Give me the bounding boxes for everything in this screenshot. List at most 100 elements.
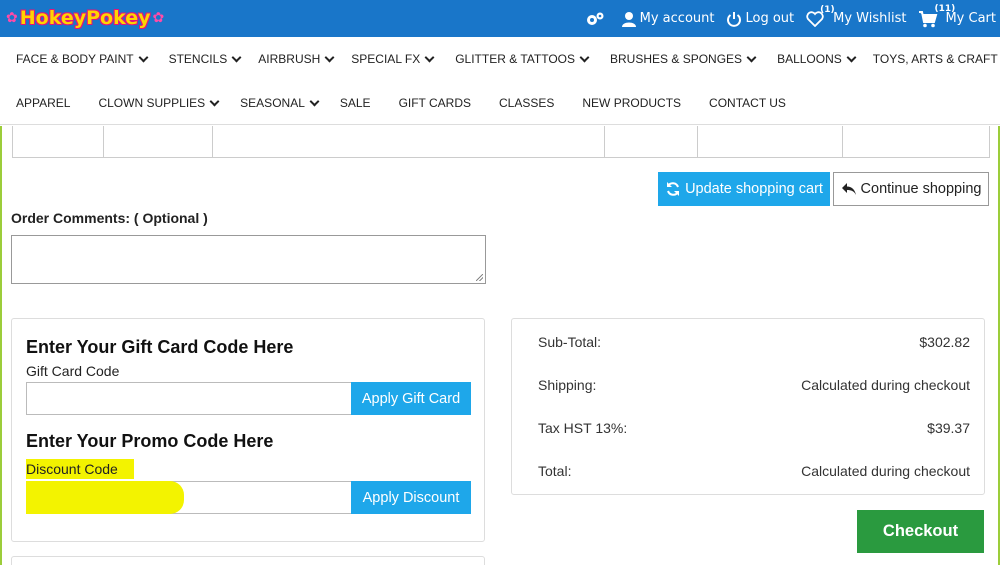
nav-item-sale[interactable]: SALE [340,96,371,110]
shipping-row: Shipping: Calculated during checkout [538,377,970,393]
resize-handle-icon[interactable] [476,274,483,281]
table-cell-divider [103,126,104,157]
wishlist-count-badge: (1) [820,4,835,15]
gears-icon [586,12,604,25]
chevron-down-icon [846,52,857,62]
nav-item-label: BALLOONS [777,52,842,66]
nav-item-label: FACE & BODY PAINT [16,52,134,66]
chevron-down-icon [424,52,435,62]
cart-count-badge: (11) [934,3,956,14]
nav-item-seasonal[interactable]: SEASONAL [240,96,320,110]
nav-item-brushes-sponges[interactable]: BRUSHES & SPONGES [610,52,757,66]
account-links: My account Log out (1) My Wishlist (11) … [572,0,996,37]
apply-discount-button[interactable]: Apply Discount [351,481,471,514]
nav-item-label: GIFT CARDS [398,96,472,110]
logout-label: Log out [745,11,795,26]
nav-item-label: STENCILS [168,52,228,66]
table-cell-divider [604,126,605,157]
nav-item-special-fx[interactable]: SPECIAL FX [351,52,435,66]
next-panel [11,556,485,565]
cart-page-content: Update shopping cart Continue shopping O… [0,126,1000,565]
table-cell-divider [212,126,213,157]
nav-item-label: SPECIAL FX [351,52,421,66]
chevron-down-icon [231,52,242,62]
chevron-down-icon [579,52,590,62]
nav-item-face-body-paint[interactable]: FACE & BODY PAINT [16,52,149,66]
cart-table-last-row [12,126,990,158]
nav-item-label: SEASONAL [240,96,305,110]
discount-code-label: Discount Code [26,461,118,477]
chevron-down-icon [209,96,220,106]
logout-link[interactable]: Log out [726,11,794,27]
nav-item-apparel[interactable]: APPAREL [16,96,70,110]
chevron-down-icon [138,52,149,62]
nav-item-new-products[interactable]: NEW PRODUCTS [582,96,681,110]
total-row: Total: Calculated during checkout [538,463,970,479]
nav-item-label: APPAREL [16,96,71,110]
chevron-down-icon [746,52,757,62]
nav-item-glitter-tattoos[interactable]: GLITTER & TATTOOS [455,52,590,66]
tax-label: Tax HST 13%: [538,420,628,436]
my-account-label: My account [639,11,715,26]
main-navigation: FACE & BODY PAINT STENCILS AIRBRUSH SPECIAL… [0,37,1000,125]
gift-card-field-label: Gift Card Code [26,363,120,379]
top-bar: ✿ HokeyPokey ✿ My account Log out (1) My… [0,0,1000,37]
update-cart-label: Update shopping cart [685,181,823,197]
nav-item-clown-supplies[interactable]: CLOWN SUPPLIES [98,96,220,110]
order-comments-label: Order Comments: ( Optional ) [11,210,208,226]
nav-item-gift-cards[interactable]: GIFT CARDS [399,96,471,110]
table-cell-divider [842,126,843,157]
reply-arrow-icon [841,183,856,195]
nav-item-label: TOYS, ARTS & CRAFT [872,52,998,66]
promo-heading: Enter Your Promo Code Here [26,431,274,451]
chevron-down-icon [309,96,320,106]
user-icon [621,11,636,27]
nav-item-contact-us[interactable]: CONTACT US [709,96,786,110]
power-icon [727,11,742,27]
chevron-down-icon [324,52,335,62]
settings-button[interactable] [584,10,609,28]
nav-item-balloons[interactable]: BALLOONS [777,52,857,66]
update-cart-button[interactable]: Update shopping cart [658,172,830,206]
nav-row-secondary: APPAREL CLOWN SUPPLIES SEASONAL SALE GIFT CA… [0,81,786,125]
logo-decoration-icon: ✿ [152,10,165,26]
nav-item-airbrush[interactable]: AIRBRUSH [258,52,335,66]
nav-row-primary: FACE & BODY PAINT STENCILS AIRBRUSH SPECIAL… [0,37,1000,81]
tax-value: $39.37 [927,420,970,436]
gift-card-input[interactable] [26,382,352,415]
wishlist-link[interactable]: (1) My Wishlist [806,5,907,27]
nav-item-label: SALE [339,96,371,110]
subtotal-row: Sub-Total: $302.82 [538,334,970,350]
continue-shopping-label: Continue shopping [860,181,982,197]
subtotal-label: Sub-Total: [538,334,602,350]
nav-item-classes[interactable]: CLASSES [499,96,554,110]
order-totals-panel: Sub-Total: $302.82 Shipping: Calculated … [511,318,985,495]
nav-item-stencils[interactable]: STENCILS [168,52,242,66]
shipping-label: Shipping: [538,377,597,393]
nav-item-label: AIRBRUSH [258,52,321,66]
logo-decoration-icon: ✿ [6,10,18,26]
apply-gift-card-button[interactable]: Apply Gift Card [351,382,471,415]
refresh-icon [667,182,680,196]
total-label: Total: [538,463,572,479]
codes-panel: Enter Your Gift Card Code Here Gift Card… [11,318,485,542]
total-value: Calculated during checkout [801,463,970,479]
continue-shopping-button[interactable]: Continue shopping [833,172,989,206]
nav-item-toys-arts-craft[interactable]: TOYS, ARTS & CRAFT [873,52,1000,66]
wishlist-label: My Wishlist [833,11,907,26]
nav-item-label: GLITTER & TATTOOS [455,52,576,66]
subtotal-value: $302.82 [919,334,970,350]
logo-text: HokeyPokey [19,7,151,29]
order-comments-textarea[interactable] [11,235,486,284]
nav-item-label: CLASSES [499,96,555,110]
table-cell-divider [697,126,698,157]
nav-item-label: BRUSHES & SPONGES [610,52,743,66]
highlight-mark [26,481,184,514]
nav-item-label: NEW PRODUCTS [582,96,682,110]
site-logo[interactable]: ✿ HokeyPokey ✿ [4,4,166,32]
checkout-button[interactable]: Checkout [857,510,984,553]
my-account-link[interactable]: My account [621,11,715,27]
nav-item-label: CLOWN SUPPLIES [98,96,206,110]
nav-item-label: CONTACT US [709,96,786,110]
cart-link[interactable]: (11) My Cart [918,4,996,28]
